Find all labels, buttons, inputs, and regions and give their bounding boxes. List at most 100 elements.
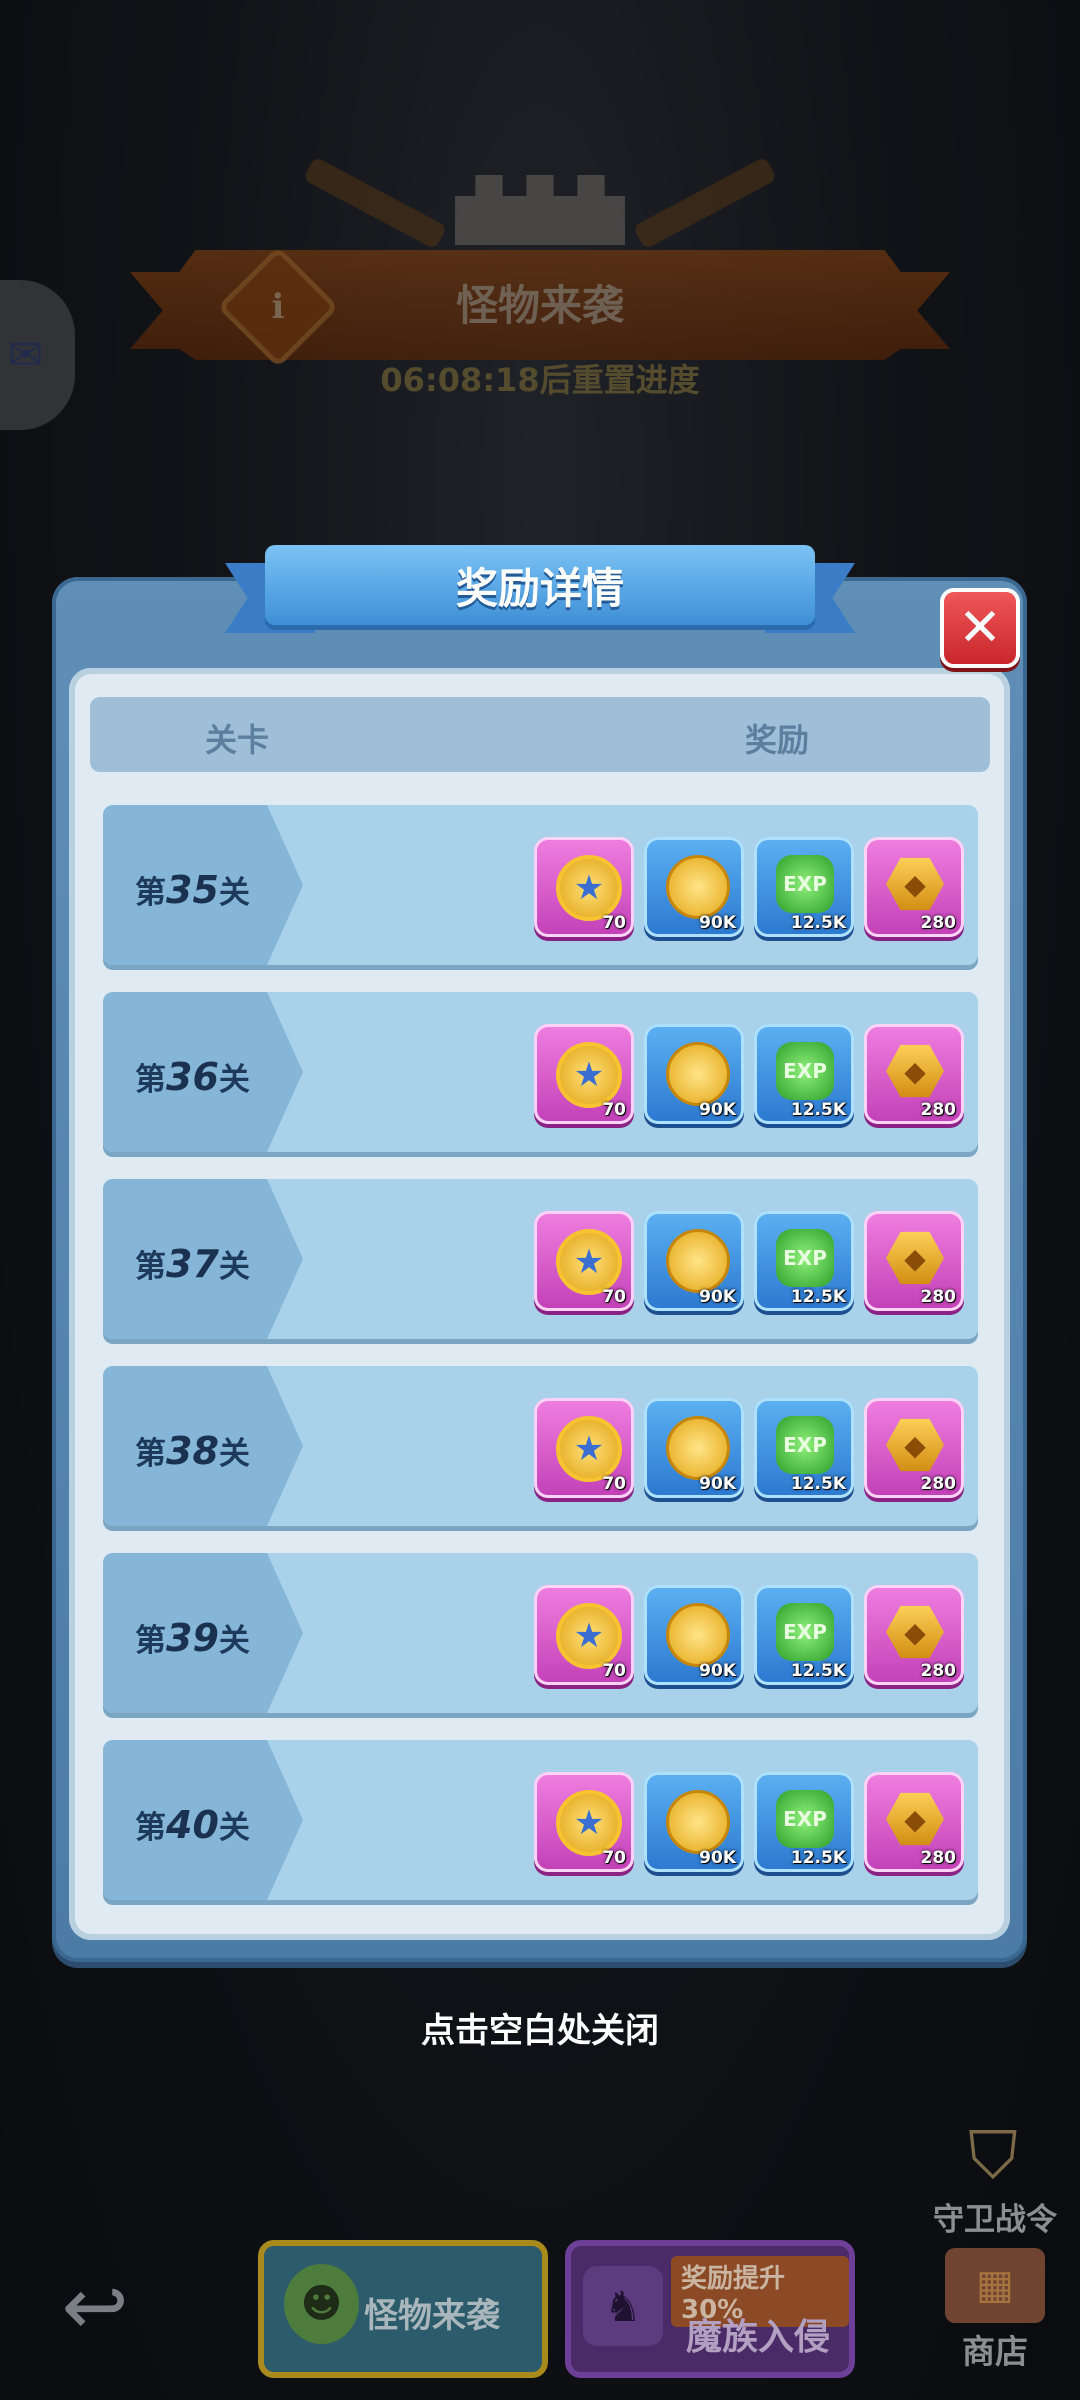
monster-attack-tab[interactable]: ☻ 怪物来袭 [258,2240,548,2378]
level-prefix: 第 [135,1249,166,1285]
level-label: 第35关 [135,867,250,912]
reward-item[interactable]: EXP 12.5K [754,1585,854,1685]
gold-coin-icon [666,1042,730,1106]
reward-item[interactable]: ◆ 280 [864,1772,964,1872]
reward-quantity: 280 [920,1100,957,1120]
reward-item[interactable]: EXP 12.5K [754,837,854,937]
reward-quantity: 90K [699,1848,736,1868]
gold-coin-icon [666,1603,730,1667]
star-medal-icon: ★ [556,1603,622,1669]
reward-items: ★ 70 90K EXP 12.5K ◆ 280 [534,1211,964,1311]
level-number: 35 [166,868,219,912]
reward-item[interactable]: 90K [644,1398,744,1498]
column-header-reward: 奖励 [745,721,810,759]
reward-item[interactable]: ◆ 280 [864,1211,964,1311]
level-label: 第39关 [135,1615,250,1660]
reward-item[interactable]: ◆ 280 [864,837,964,937]
gold-hexagon-token-icon: ◆ [886,1044,944,1098]
shop-label[interactable]: 商店 [940,2325,1050,2373]
reward-item[interactable]: ★ 70 [534,1024,634,1124]
reward-item[interactable]: ★ 70 [534,1211,634,1311]
level-suffix: 关 [218,875,250,911]
gold-hexagon-token-icon: ◆ [886,1605,944,1659]
exp-label: EXP [783,1807,827,1831]
reward-row: 第35关 ★ 70 90K EXP 12.5K ◆ 280 [103,805,978,965]
close-icon: ✕ [958,598,1002,658]
reward-items: ★ 70 90K EXP 12.5K ◆ 280 [534,1585,964,1685]
reward-quantity: 280 [920,1661,957,1681]
close-button[interactable]: ✕ [940,588,1020,668]
reward-items: ★ 70 90K EXP 12.5K ◆ 280 [534,837,964,937]
reward-item[interactable]: 90K [644,1024,744,1124]
reward-item[interactable]: 90K [644,1772,744,1872]
reward-row: 第38关 ★ 70 90K EXP 12.5K ◆ 280 [103,1366,978,1526]
back-arrow-icon: ↩ [61,2260,129,2353]
reward-item[interactable]: EXP 12.5K [754,1398,854,1498]
gold-coin-icon [666,855,730,919]
gold-hexagon-token-icon: ◆ [886,1231,944,1285]
demon-invasion-tab-label: 魔族入侵 [686,2317,831,2358]
level-suffix: 关 [218,1062,250,1098]
level-suffix: 关 [218,1810,250,1846]
reward-quantity: 12.5K [790,1287,846,1307]
level-suffix: 关 [218,1249,250,1285]
reward-quantity: 90K [699,1287,736,1307]
monster-attack-tab-label: 怪物来袭 [364,2296,500,2336]
reward-item[interactable]: 90K [644,1211,744,1311]
reward-quantity: 70 [602,913,626,933]
level-number: 36 [166,1055,219,1099]
exp-gem-icon: EXP [776,1790,834,1848]
exp-label: EXP [783,1433,827,1457]
reward-quantity: 280 [920,1474,957,1494]
shop-icon[interactable]: ▦ [945,2248,1045,2323]
reward-quantity: 12.5K [790,913,846,933]
exp-gem-icon: EXP [776,1603,834,1661]
back-button[interactable]: ↩ [45,2262,145,2352]
level-prefix: 第 [135,1436,166,1472]
reward-quantity: 12.5K [790,1474,846,1494]
reward-item[interactable]: ★ 70 [534,1772,634,1872]
reward-quantity: 12.5K [790,1661,846,1681]
reward-item[interactable]: ★ 70 [534,837,634,937]
level-suffix: 关 [218,1623,250,1659]
reward-quantity: 90K [699,1661,736,1681]
reward-item[interactable]: ★ 70 [534,1398,634,1498]
guard-pass-icon[interactable]: ⛉ [928,2118,1058,2193]
reward-row: 第37关 ★ 70 90K EXP 12.5K ◆ 280 [103,1179,978,1339]
reward-item[interactable]: 90K [644,1585,744,1685]
reward-item[interactable]: EXP 12.5K [754,1211,854,1311]
star-medal-icon: ★ [556,855,622,921]
level-number: 40 [166,1803,219,1847]
reward-quantity: 280 [920,913,957,933]
reward-item[interactable]: EXP 12.5K [754,1772,854,1872]
exp-gem-icon: EXP [776,1416,834,1474]
level-number: 37 [166,1242,219,1286]
gold-hexagon-token-icon: ◆ [886,857,944,911]
demon-invasion-tab[interactable]: ♞ 奖励提升30% 魔族入侵 [565,2240,855,2378]
reward-item[interactable]: ★ 70 [534,1585,634,1685]
reward-row: 第39关 ★ 70 90K EXP 12.5K ◆ 280 [103,1553,978,1713]
gold-coin-icon [666,1229,730,1293]
exp-label: EXP [783,1059,827,1083]
exp-gem-icon: EXP [776,1229,834,1287]
star-medal-icon: ★ [556,1229,622,1295]
gold-coin-icon [666,1416,730,1480]
reward-items: ★ 70 90K EXP 12.5K ◆ 280 [534,1024,964,1124]
goblin-icon: ☻ [284,2264,359,2344]
level-number: 38 [166,1429,219,1473]
reward-item[interactable]: ◆ 280 [864,1398,964,1498]
reward-quantity: 90K [699,913,736,933]
level-label: 第38关 [135,1428,250,1473]
reward-quantity: 90K [699,1100,736,1120]
level-label: 第40关 [135,1802,250,1847]
reward-item[interactable]: EXP 12.5K [754,1024,854,1124]
guard-pass-label[interactable]: 守卫战令 [920,2194,1070,2239]
level-suffix: 关 [218,1436,250,1472]
reward-list[interactable]: 第35关 ★ 70 90K EXP 12.5K ◆ 280 第36关 ★ 70 90K EXP 12.5K… [103,805,978,1927]
reward-item[interactable]: ◆ 280 [864,1585,964,1685]
reward-item[interactable]: 90K [644,837,744,937]
exp-label: EXP [783,1246,827,1270]
reward-quantity: 280 [920,1287,957,1307]
modal-header-ribbon: 奖励详情 [225,545,855,640]
reward-item[interactable]: ◆ 280 [864,1024,964,1124]
